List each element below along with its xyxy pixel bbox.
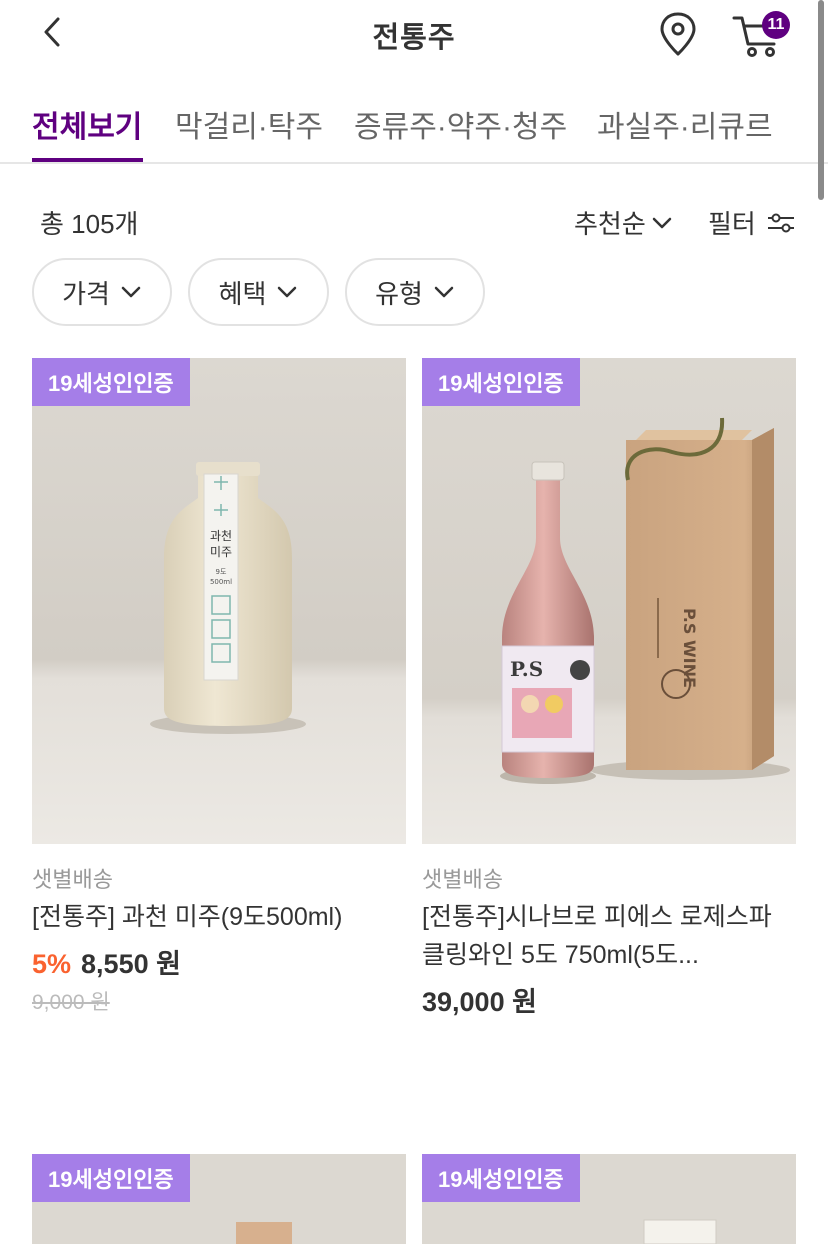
price-row: 39,000 원 [422,980,537,1019]
bottle-label-abv: 9도 [216,568,227,576]
product-name[interactable]: [전통주]시나브로 피에스 로제스파클링와인 5도 750ml(5도... [422,898,792,974]
product-card[interactable]: 과천 미주 9도 500ml 19세성인인증 샛별배송 [전통주] 과천 미주(… [32,358,406,1018]
chevron-down-icon [434,286,454,298]
product-image[interactable]: P.S WINE P.S 19세성인인증 [422,358,796,844]
type-filter-chip[interactable]: 유형 [345,258,485,326]
product-image[interactable]: 19세성인인증 [422,1154,796,1244]
price-filter-chip[interactable]: 가격 [32,258,172,326]
product-image[interactable]: 19세성인인증 [32,1154,406,1244]
location-button[interactable] [656,10,700,58]
sort-button[interactable]: 추천순 [574,204,674,241]
chip-label: 유형 [375,278,423,309]
tab-distilled[interactable]: 증류주·약주·청주 [354,102,567,146]
category-tabs: 전체보기 막걸리·탁주 증류주·약주·청주 과실주·리큐르 [0,88,828,164]
chevron-down-icon [278,286,297,298]
product-count: 총 105개 [40,209,139,239]
scrollbar[interactable] [818,0,824,200]
top-header: 전통주 11 [0,0,828,68]
active-tab-indicator [32,158,143,162]
box-text: P.S WINE [680,608,699,688]
tab-makgeolli[interactable]: 막걸리·탁주 [175,102,323,146]
sale-price: 39,000 원 [422,987,537,1017]
product-name[interactable]: [전통주] 과천 미주(9도500ml) [32,898,402,936]
bottle-label-volume: 500ml [210,578,232,586]
chevron-down-icon [652,217,672,228]
filter-label: 필터 [708,209,756,239]
page-title: 전통주 [372,22,456,54]
benefit-filter-chip[interactable]: 혜택 [188,258,329,326]
adult-verification-tag: 19세성인인증 [422,1154,580,1202]
adult-verification-tag: 19세성인인증 [32,358,190,406]
filter-button[interactable]: 필터 [708,204,796,241]
price-row: 5% 8,550 원 [32,942,181,981]
sale-price: 8,550 원 [81,949,181,979]
bottle-brand: P.S [510,657,543,681]
rose-wine-bottle-image: P.S WINE P.S [422,358,796,844]
product-card[interactable]: 19세성인인증 [32,1154,406,1244]
adult-verification-tag: 19세성인인증 [422,358,580,406]
location-pin-icon [660,12,696,56]
sort-label: 추천순 [574,209,646,239]
adult-verification-tag: 19세성인인증 [32,1154,190,1202]
tab-fruit-liqueur[interactable]: 과실주·리큐르 [597,102,773,146]
filter-sliders-icon [767,213,794,232]
product-card[interactable]: 19세성인인증 [422,1154,796,1244]
original-price: 9,000 원 [32,991,110,1014]
tab-all[interactable]: 전체보기 [32,102,142,146]
product-card[interactable]: P.S WINE P.S 19세성인인증 샛별배송 [전통주]시나브로 피에스 … [422,358,796,1018]
delivery-type: 샛별배송 [32,867,113,892]
bottle-label-line2: 미주 [210,545,232,559]
delivery-type: 샛별배송 [422,867,503,892]
chip-label: 가격 [62,278,110,309]
product-image[interactable]: 과천 미주 9도 500ml 19세성인인증 [32,358,406,844]
bottle-label-line1: 과천 [210,528,232,543]
chevron-down-icon [121,286,141,298]
cart-count-badge: 11 [762,11,790,39]
chip-label: 혜택 [218,278,267,309]
discount-rate: 5% [32,949,72,979]
makgeolli-bottle-image: 과천 미주 9도 500ml [32,358,406,844]
